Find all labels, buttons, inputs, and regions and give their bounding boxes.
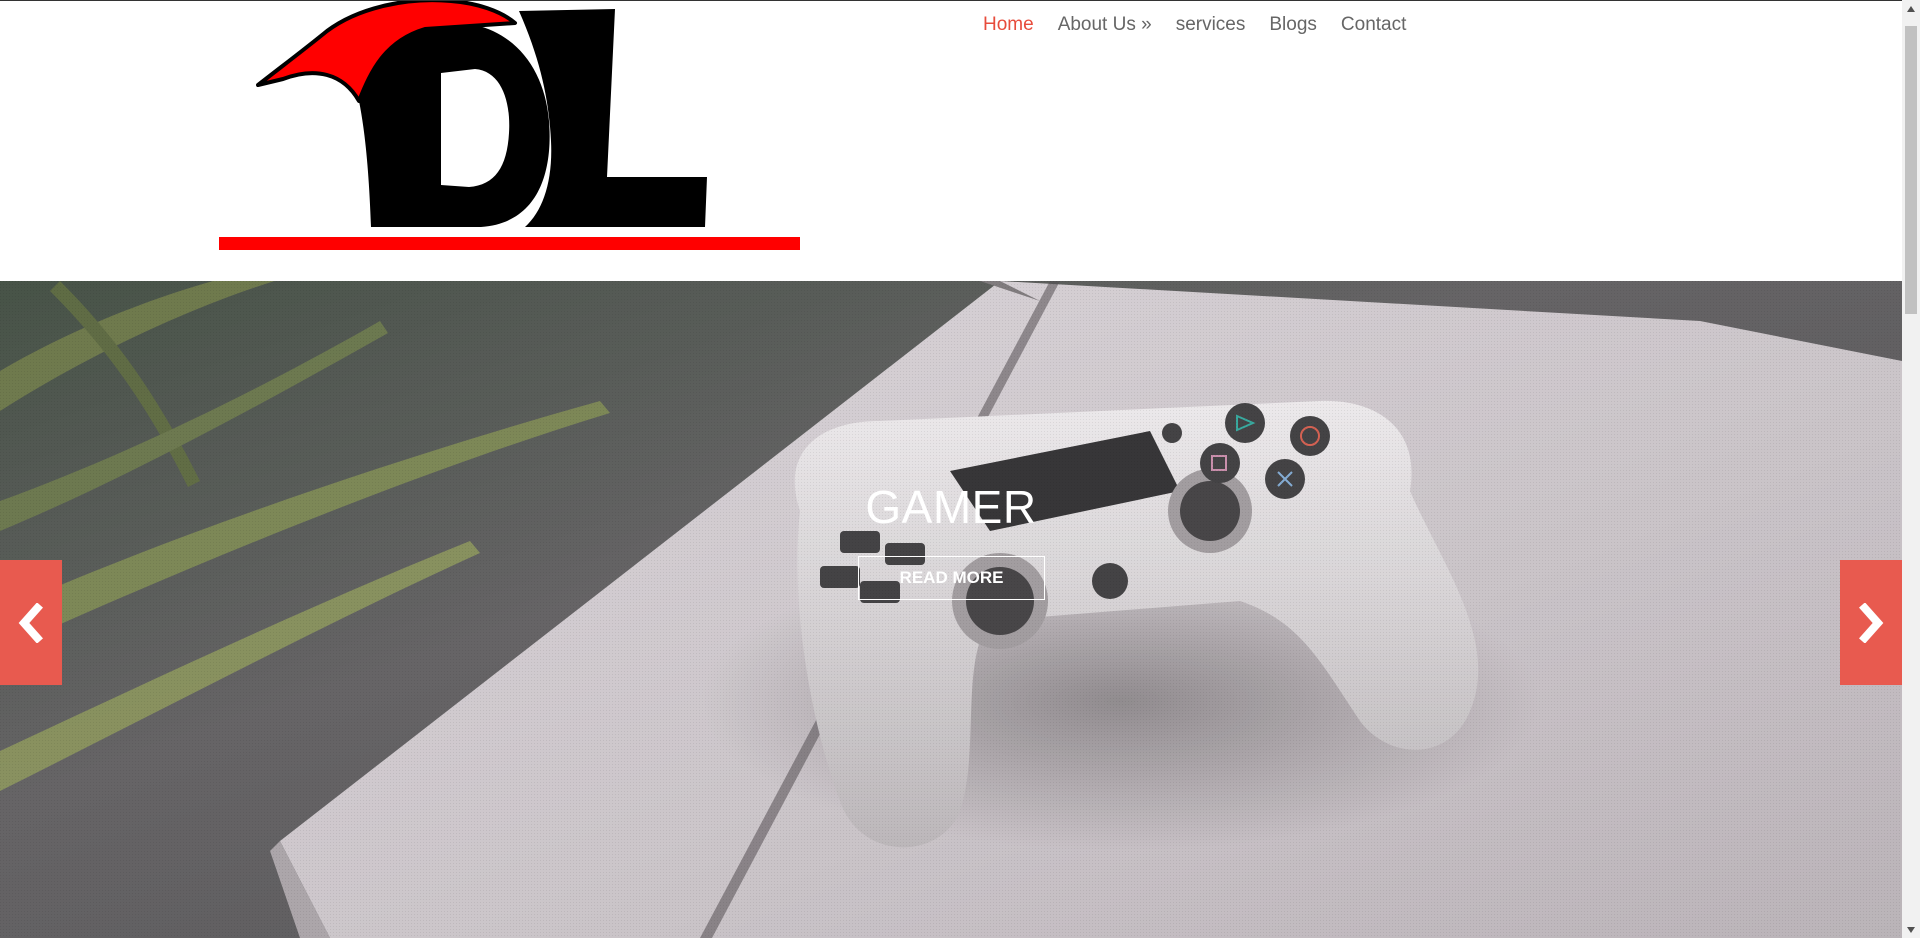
chevron-left-icon — [18, 602, 43, 643]
slider-prev-button[interactable] — [0, 560, 62, 685]
site-logo[interactable] — [219, 0, 801, 253]
nav-item-blogs[interactable]: Blogs — [1257, 13, 1329, 37]
slide-title: GAMER — [865, 481, 1037, 533]
nav-item-services[interactable]: services — [1164, 13, 1258, 37]
nav-item-contact[interactable]: Contact — [1329, 13, 1418, 37]
hero-background-image — [0, 281, 1902, 938]
nav-item-home[interactable]: Home — [983, 13, 1046, 37]
scroll-up-icon — [1907, 5, 1915, 12]
page-scrollbar[interactable] — [1902, 0, 1920, 938]
main-nav: Home About Us » services Blogs Contact — [983, 13, 1418, 37]
chevron-right-icon — [1859, 602, 1884, 643]
scrollbar-thumb[interactable] — [1905, 26, 1917, 314]
page: Home About Us » services Blogs Contact G… — [0, 0, 1920, 938]
read-more-button[interactable]: READ MORE — [858, 556, 1045, 600]
scroll-down-icon — [1907, 926, 1915, 933]
slider-next-button[interactable] — [1840, 560, 1902, 685]
site-header: Home About Us » services Blogs Contact — [0, 0, 1902, 281]
nav-item-about-us[interactable]: About Us » — [1046, 13, 1164, 37]
scroll-up-button[interactable] — [1902, 0, 1920, 17]
scroll-down-button[interactable] — [1902, 921, 1920, 938]
logo-graphic — [219, 0, 800, 250]
hero-slider: GAMER READ MORE — [0, 281, 1902, 938]
